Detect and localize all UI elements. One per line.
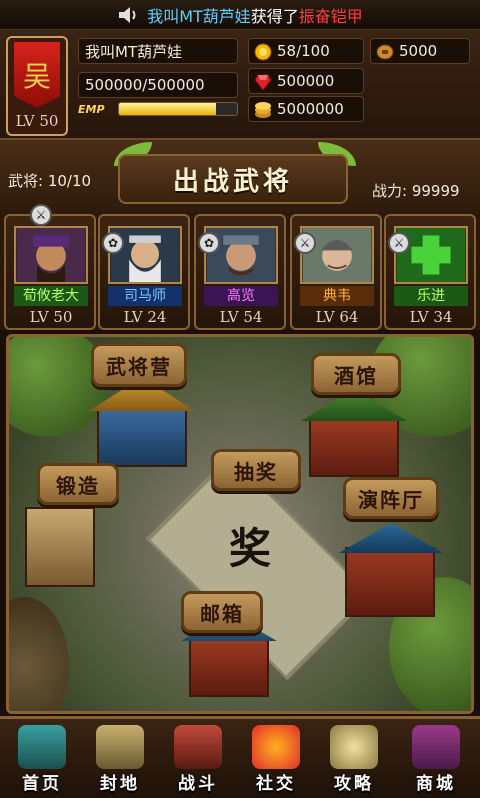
emp-label: EMP <box>78 102 105 116</box>
mailbox-building[interactable] <box>189 637 269 697</box>
barracks-building[interactable] <box>97 407 187 467</box>
general-card[interactable]: ⚔ 荀攸老大 LV 50 <box>4 204 96 330</box>
sword-icon: ⚔ <box>294 232 316 254</box>
generals-title: 出战武将 <box>172 166 293 197</box>
fief-icon <box>96 725 144 769</box>
formation-hall-roof <box>339 523 443 553</box>
social-icon <box>252 725 300 769</box>
battle-icon <box>174 725 222 769</box>
nav-guide[interactable]: 攻略 <box>318 723 390 797</box>
generals-count: 武将: 10/10 <box>8 172 92 190</box>
nav-social[interactable]: 社交 <box>240 723 312 797</box>
barracks-sign[interactable]: 武将营 <box>91 343 187 387</box>
nav-fief[interactable]: 封地 <box>84 723 156 797</box>
general-level: LV 64 <box>315 308 359 326</box>
nav-shop[interactable]: 商城 <box>400 723 472 797</box>
general-name: 乐进 <box>394 286 468 306</box>
player-level: LV 50 <box>15 112 59 130</box>
system-notice: 我叫MT葫芦娃 获得了 振奋铠甲 <box>0 0 480 30</box>
copper-coins-stat[interactable]: 5000 <box>370 38 470 64</box>
tavern-building[interactable] <box>309 417 399 477</box>
general-level: LV 54 <box>219 308 263 326</box>
general-card[interactable]: ✿ 司马师 LV 24 <box>98 214 190 330</box>
forge-building[interactable] <box>25 507 95 587</box>
emp-meter: EMP <box>78 98 238 120</box>
general-level: LV 50 <box>29 308 73 326</box>
shop-icon <box>412 725 460 769</box>
gold-coins-stack-icon <box>255 102 271 118</box>
formation-hall-building[interactable] <box>345 547 435 617</box>
speaker-icon <box>119 6 136 23</box>
emp-bar-fill <box>119 103 216 115</box>
general-level: LV 24 <box>123 308 167 326</box>
prize-character: 奖 <box>228 524 271 573</box>
general-portrait <box>14 226 88 284</box>
mailbox-sign[interactable]: 邮箱 <box>181 591 263 633</box>
player-avatar[interactable]: 吴 LV 50 <box>6 36 68 136</box>
sword-icon: ⚔ <box>30 204 52 226</box>
tree-trunk-decoration <box>9 597 69 711</box>
copper-coin-icon <box>376 44 394 60</box>
wu-faction-emblem: 吴 <box>14 42 60 108</box>
general-name: 荀攸老大 <box>14 286 88 306</box>
notice-user: 我叫MT葫芦娃 <box>147 6 251 26</box>
copper-coins-value: 5000 <box>399 42 438 60</box>
nav-label: 首页 <box>22 774 62 794</box>
notice-item: 振奋铠甲 <box>298 6 363 26</box>
paw-icon: ✿ <box>102 232 124 254</box>
nav-home[interactable]: 首页 <box>6 723 78 797</box>
lottery-sign[interactable]: 抽奖 <box>211 449 301 491</box>
generals-row: ⚔ 荀攸老大 LV 50 ✿ 司马师 LV 24 ✿ 高览 LV 54 ⚔ 典韦… <box>0 204 480 330</box>
gold-stat[interactable]: 5000000 <box>248 96 364 122</box>
nav-label: 攻略 <box>334 774 374 794</box>
combat-power: 战力: 99999 <box>372 182 460 200</box>
general-card[interactable]: ✿ 高览 LV 54 <box>194 214 286 330</box>
player-hp: 500000/500000 <box>78 72 238 98</box>
general-name: 典韦 <box>300 286 374 306</box>
player-panel: 吴 LV 50 我叫MT葫芦娃 500000/500000 EMP 58/100… <box>0 30 480 140</box>
player-name: 我叫MT葫芦娃 <box>78 38 238 64</box>
generals-header: 武将: 10/10 出战武将 战力: 99999 <box>0 140 480 214</box>
nav-label: 封地 <box>100 774 140 794</box>
nav-label: 商城 <box>416 774 456 794</box>
general-card[interactable]: ⚔ 典韦 LV 64 <box>290 214 382 330</box>
general-card[interactable]: ⚔ 乐进 LV 34 <box>384 214 476 330</box>
tavern-sign[interactable]: 酒馆 <box>311 353 401 395</box>
guide-icon <box>330 725 378 769</box>
notice-verb: 获得了 <box>250 6 299 26</box>
gems-value: 500000 <box>277 72 335 90</box>
generals-title-plate: 出战武将 <box>118 154 348 204</box>
bottom-nav: 首页 封地 战斗 社交 攻略 商城 <box>0 716 480 798</box>
gems-stat[interactable]: 500000 <box>248 68 364 94</box>
home-icon <box>18 725 66 769</box>
ruby-gem-icon <box>254 74 272 91</box>
general-level: LV 34 <box>409 308 453 326</box>
gold-value: 5000000 <box>277 100 344 118</box>
formation-hall-sign[interactable]: 演阵厅 <box>343 477 439 519</box>
town-map: 奖 武将营 酒馆 锻造 抽奖 演阵厅 邮箱 <box>6 334 474 714</box>
general-name: 司马师 <box>108 286 182 306</box>
forge-sign[interactable]: 锻造 <box>37 463 119 505</box>
sword-icon: ⚔ <box>388 232 410 254</box>
nav-battle[interactable]: 战斗 <box>162 723 234 797</box>
nav-label: 战斗 <box>178 774 218 794</box>
emp-bar <box>118 102 238 116</box>
coin-gold-icon <box>254 43 272 61</box>
paw-icon: ✿ <box>198 232 220 254</box>
nav-label: 社交 <box>256 774 296 794</box>
general-name: 高览 <box>204 286 278 306</box>
stamina-stat[interactable]: 58/100 <box>248 38 364 64</box>
stamina-value: 58/100 <box>277 42 330 60</box>
